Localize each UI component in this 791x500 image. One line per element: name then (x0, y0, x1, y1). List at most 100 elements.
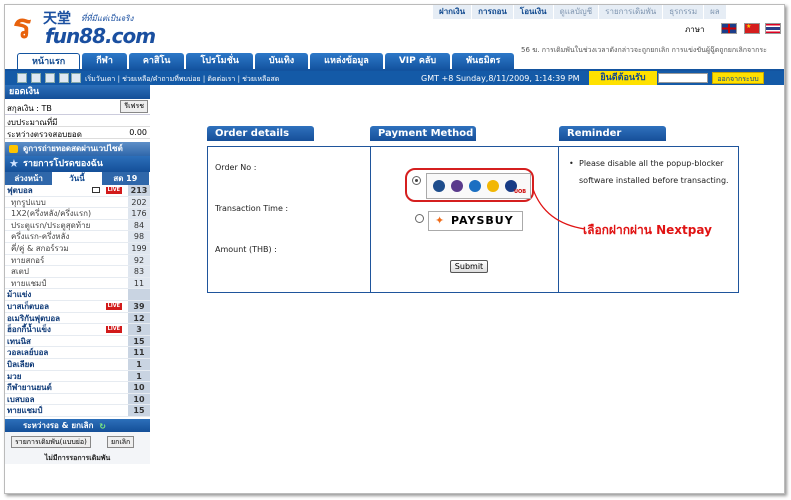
settings-icon[interactable] (59, 73, 69, 83)
sport-row[interactable]: ครึ่งแรก-ครึ่งหลัง 98 (5, 231, 150, 243)
sport-row[interactable]: ทายแชมป์ 11 (5, 277, 150, 290)
sport-count: 15 (128, 335, 150, 347)
sport-row[interactable]: วอลเลย์บอล 11 (5, 347, 150, 359)
welcome-label: ยินดีต้อนรับ (589, 71, 657, 85)
sport-row[interactable]: บาสเก็ตบอล LIVE 39 (5, 300, 150, 313)
china-flag-icon[interactable] (744, 23, 760, 34)
tab-resources[interactable]: แหล่งข้อมูล (310, 53, 383, 70)
browser-page: ร 天堂 ที่ที่มีแต่เป็นจริง fun88.com ฝากเง… (4, 4, 785, 494)
sport-row[interactable]: ทายสกอร์ 92 (5, 254, 150, 267)
toplink-withdraw[interactable]: การถอน (471, 5, 513, 19)
sport-name[interactable]: ทุกรูปแบบ (11, 197, 46, 209)
sport-row[interactable]: ทายแชมป์ 15 (5, 405, 150, 417)
no-pending-text: ไม่มีการรอการเดิมพัน (5, 451, 150, 464)
sport-count: 92 (128, 254, 150, 266)
balance-header: ยอดเงิน (5, 85, 150, 99)
sport-name[interactable]: ทายแชมป์ (11, 278, 46, 290)
sport-name[interactable]: คี่/คู่ & สกอร์รวม (11, 243, 69, 255)
nextpay-radio[interactable] (412, 176, 421, 185)
sport-name[interactable]: กีฬายานยนต์ (7, 382, 52, 394)
sport-name[interactable]: เทนนิส (7, 336, 31, 348)
sport-name[interactable]: ม้าแข่ง (7, 289, 31, 301)
bank-icon (469, 180, 481, 192)
live-badge-icon: LIVE (105, 326, 122, 334)
home-icon[interactable] (17, 73, 27, 83)
toplink-account[interactable]: ดูแลบัญชี (552, 5, 599, 19)
print-icon[interactable] (31, 73, 41, 83)
cancel-button[interactable]: ยกเลิก (107, 435, 135, 448)
sport-row[interactable]: สเตป 83 (5, 266, 150, 278)
tab-live[interactable]: สด 19 (101, 172, 150, 185)
sport-name[interactable]: ทายสกอร์ (11, 255, 44, 267)
fun88-logo[interactable]: ร 天堂 ที่ที่มีแต่เป็นจริง fun88.com (13, 7, 163, 51)
bet-list-button[interactable]: รายการเดิมพัน(แบบย่อ) (11, 435, 91, 448)
sport-name[interactable]: อเมริกันฟุตบอล (7, 313, 60, 325)
live-stream-banner[interactable]: ดูการถ่ายทอดสดผ่านเวปไซต์ (5, 142, 150, 156)
paysbuy-radio[interactable] (415, 214, 424, 223)
tab-early[interactable]: ล่วงหน้า (5, 172, 54, 185)
sport-row[interactable]: บิลเลียด 1 (5, 358, 150, 371)
sport-name[interactable]: ประตูแรก/ประตูสุดท้าย (11, 220, 90, 232)
help-icon[interactable] (71, 73, 81, 83)
bookmark-icon[interactable] (45, 73, 55, 83)
toplink-results[interactable]: ผล (703, 5, 726, 19)
toplink-bet-list[interactable]: รายการเดิมพัน (598, 5, 663, 19)
logo-mark: ร (13, 7, 32, 47)
sport-name[interactable]: เบสบอล (7, 394, 34, 406)
refresh-button[interactable]: รีเฟรช (120, 100, 148, 113)
tab-vip[interactable]: VIP คลับ (384, 53, 451, 70)
main-nav: หน้าแรก กีฬา คาสิโน โปรโมชั่น บันเทิง แห… (17, 53, 515, 70)
tab-sports[interactable]: กีฬา (82, 53, 127, 70)
sport-row[interactable]: อเมริกันฟุตบอล 12 (5, 312, 150, 325)
sport-row[interactable]: ฮ็อกกี้น้ำแข็ง LIVE 3 (5, 324, 150, 336)
thai-flag-icon[interactable] (765, 23, 781, 34)
sport-count: 1 (128, 370, 150, 382)
sport-count (128, 289, 150, 300)
sport-name[interactable]: สเตป (11, 266, 29, 278)
tab-home[interactable]: หน้าแรก (17, 53, 81, 70)
sport-row[interactable]: มวย 1 (5, 370, 150, 383)
sport-name[interactable]: ฟุตบอล (7, 185, 33, 197)
tab-entertainment[interactable]: บันเทิง (254, 53, 309, 70)
sport-row[interactable]: ม้าแข่ง (5, 289, 150, 301)
sport-name[interactable]: บิลเลียด (7, 359, 35, 371)
sport-name[interactable]: ทายแชมป์ (7, 405, 42, 417)
sport-name[interactable]: บาสเก็ตบอล (7, 301, 49, 313)
sport-row[interactable]: ฟุตบอล LIVE 213 (5, 185, 150, 197)
currency-row: สกุลเงิน : TB รีเฟรช (5, 99, 150, 115)
logout-button[interactable]: ออกจากระบบ (712, 72, 764, 84)
sport-count: 10 (128, 393, 150, 405)
live-badge-icon: LIVE (105, 302, 122, 310)
sport-count: 213 (128, 185, 150, 196)
sport-row[interactable]: 1X2(ครึ่งหลัง/ครึ่งแรก) 176 (5, 208, 150, 220)
sport-count: 11 (128, 347, 150, 358)
sport-name[interactable]: ครึ่งแรก-ครึ่งหลัง (11, 231, 69, 243)
sport-row[interactable]: คี่/คู่ & สกอร์รวม 199 (5, 242, 150, 255)
tab-today[interactable]: วันนี้ (53, 172, 102, 185)
sub-links[interactable]: เริ่มวันเดา | ช่วยเหลือ/คำถามที่พบบ่อย |… (85, 74, 279, 85)
tab-affiliates[interactable]: พันธมิตร (452, 53, 515, 70)
favorites-header[interactable]: รายการโปรดของฉัน (5, 156, 150, 172)
tv-icon (92, 187, 100, 193)
submit-button[interactable]: Submit (450, 260, 488, 273)
toplink-transfer[interactable]: โอนเงิน (512, 5, 553, 19)
budget-row: งบประมาณที่มี (5, 115, 150, 127)
sports-list: ฟุตบอล LIVE 213 ทุกรูปแบบ 202 1X2(ครึ่งหลัง/ค… (5, 185, 150, 417)
toplink-deposit[interactable]: ฝากเงิน (432, 5, 472, 19)
sport-name[interactable]: 1X2(ครึ่งหลัง/ครึ่งแรก) (11, 208, 91, 220)
sport-row[interactable]: ประตูแรก/ประตูสุดท้าย 84 (5, 219, 150, 232)
bank-icon (487, 180, 499, 192)
sport-name[interactable]: มวย (7, 371, 21, 383)
sport-row[interactable]: เทนนิส 15 (5, 335, 150, 348)
toplink-transactions[interactable]: ธุรกรรม (662, 5, 704, 19)
sport-name[interactable]: ฮ็อกกี้น้ำแข็ง (7, 324, 51, 336)
sport-row[interactable]: เบสบอล 10 (5, 393, 150, 406)
sport-row[interactable]: ทุกรูปแบบ 202 (5, 196, 150, 209)
sport-name[interactable]: วอลเลย์บอล (7, 347, 48, 359)
language-label: ภาษา (685, 25, 705, 34)
live-badge-icon: LIVE (105, 187, 122, 194)
sport-row[interactable]: กีฬายานยนต์ 10 (5, 382, 150, 394)
uk-flag-icon[interactable] (721, 23, 737, 34)
tab-promotions[interactable]: โปรโมชั่น (186, 53, 253, 70)
tab-casino[interactable]: คาสิโน (128, 53, 185, 70)
